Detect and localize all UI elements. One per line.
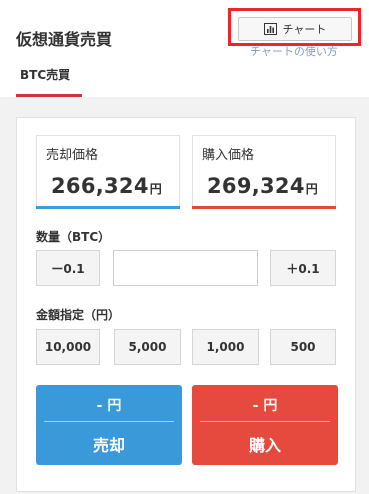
buy-price-card: 購入価格 269,324円 — [192, 135, 336, 209]
buy-price-label: 購入価格 — [202, 148, 255, 163]
sell-button[interactable]: - 円 売却 — [36, 385, 182, 465]
sell-price-number: 266,324 — [51, 174, 149, 198]
buy-price-bar — [192, 206, 336, 209]
amount-option-1000[interactable]: 1,000 — [192, 329, 259, 365]
sell-button-label: 売却 — [92, 436, 125, 455]
sell-amount: - 円 — [96, 398, 122, 414]
page-title: 仮想通貨売買 — [16, 30, 113, 49]
amount-option-500[interactable]: 500 — [270, 329, 336, 365]
highlight-box — [228, 8, 361, 46]
buy-button[interactable]: - 円 購入 — [192, 385, 338, 465]
quantity-label: 数量（BTC） — [36, 230, 111, 244]
tab-btc-trade[interactable]: BTC売買 — [16, 60, 82, 97]
buy-price-unit: 円 — [305, 182, 319, 196]
sell-price-label: 売却価格 — [46, 148, 99, 163]
buy-price-number: 269,324 — [207, 174, 305, 198]
buy-divider — [200, 421, 330, 422]
sell-price-unit: 円 — [149, 182, 163, 196]
quantity-input[interactable] — [113, 250, 258, 286]
chart-help-link[interactable]: チャートの使い方 — [250, 43, 338, 59]
amount-option-5000[interactable]: 5,000 — [114, 329, 181, 365]
buy-amount: - 円 — [252, 398, 278, 414]
quantity-plus-button[interactable]: ＋0.1 — [270, 250, 336, 286]
amount-label: 金額指定（円） — [36, 308, 121, 322]
amount-option-10000[interactable]: 10,000 — [36, 329, 100, 365]
quantity-minus-button[interactable]: ー0.1 — [36, 250, 100, 286]
buy-button-label: 購入 — [248, 436, 281, 455]
sell-divider — [44, 421, 174, 422]
trade-panel: 売却価格 266,324円 購入価格 269,324円 数量（BTC） ー0.1… — [16, 117, 356, 492]
buy-price-value: 269,324円 — [207, 174, 318, 198]
sell-price-card: 売却価格 266,324円 — [36, 135, 180, 209]
sell-price-value: 266,324円 — [51, 174, 162, 198]
header: 仮想通貨売買 チャート チャートの使い方 BTC売買 — [0, 0, 369, 97]
sell-price-bar — [36, 206, 180, 209]
